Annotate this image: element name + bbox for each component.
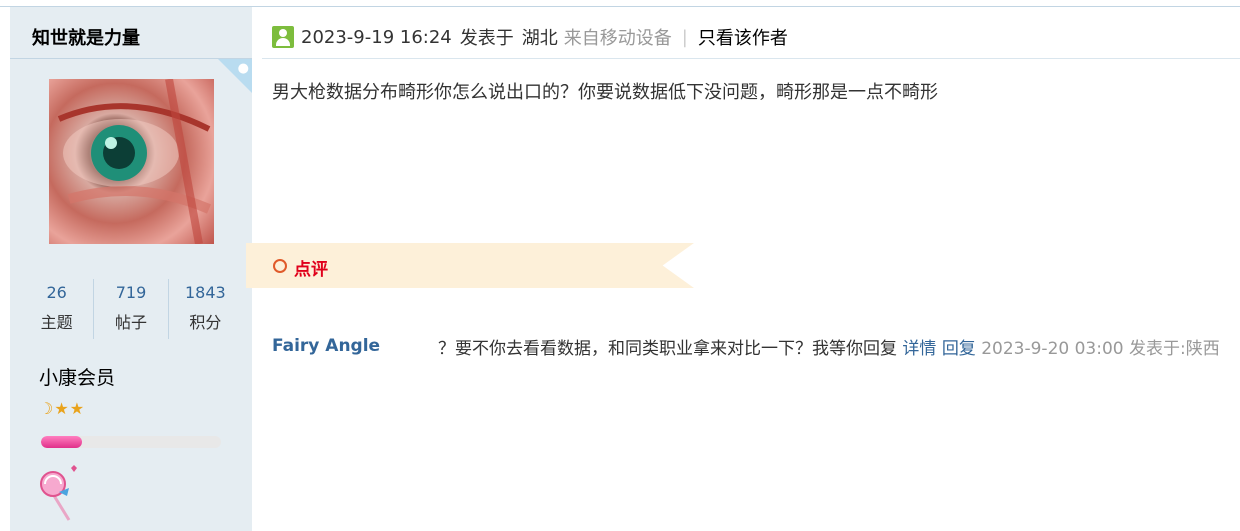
stat-label: 积分 [189, 313, 222, 332]
stat-value: 1843 [184, 283, 226, 302]
post-date: 2023-9-19 16:24 [301, 26, 452, 48]
online-user-icon [272, 26, 294, 48]
user-sidebar: 知世就是力量 ● 26 主题 719 帖子 1843 积分 小康会员 ☽★★ [10, 7, 252, 531]
comment-meta: 2023-9-20 03:00 发表于:陕西 [981, 339, 1220, 359]
stat-posts[interactable]: 719 帖子 [94, 279, 169, 339]
divider: | [681, 26, 688, 48]
user-rank[interactable]: 小康会员 [39, 363, 115, 390]
stat-points[interactable]: 1843 积分 [169, 279, 242, 339]
comment-details-link[interactable]: 详情 [902, 339, 936, 359]
star-icon: ★ [69, 399, 86, 418]
apple-icon: ● [237, 61, 249, 76]
header-divider [262, 58, 1240, 59]
comment-section-tab: 点评 [246, 243, 694, 288]
posted-in-label: 发表于 [459, 28, 514, 49]
comment-reply-link[interactable]: 回复 [942, 339, 976, 359]
user-stats: 26 主题 719 帖子 1843 积分 [20, 279, 242, 339]
stat-value: 26 [46, 283, 67, 302]
only-author-link[interactable]: 只看该作者 [698, 24, 788, 50]
stat-label: 帖子 [114, 313, 147, 332]
stat-value: 719 [115, 283, 147, 302]
moon-icon: ☽ [39, 399, 55, 418]
comment-tab-label: 点评 [294, 260, 328, 280]
level-icons: ☽★★ [39, 399, 85, 418]
post-content: 男大枪数据分布畸形你怎么说出口的？你要说数据低下没问题，畸形那是一点不畸形 [272, 82, 938, 103]
star-icon: ★ [54, 399, 70, 418]
stat-label: 主题 [40, 313, 73, 332]
comment-author[interactable]: Fairy Angle [272, 336, 380, 356]
post-location: 湖北 [521, 28, 558, 49]
post-header: 2023-9-19 16:24 发表于 湖北 来自移动设备 | 只看该作者 [272, 22, 788, 52]
stat-topics[interactable]: 26 主题 [20, 279, 95, 339]
username[interactable]: 知世就是力量 [10, 7, 252, 59]
level-progress-bar [41, 436, 221, 448]
mobile-device-label: 来自移动设备 [563, 28, 672, 49]
avatar[interactable] [49, 79, 214, 244]
level-progress-fill [41, 436, 83, 448]
comment-text: ？要不你去看看数据，和同类职业拿来对比一下？我等你回复 [438, 339, 897, 359]
comment-item: ？要不你去看看数据，和同类职业拿来对比一下？我等你回复 详情 回复 2023-9… [438, 334, 1220, 359]
lollipop-icon[interactable] [39, 462, 79, 528]
circle-icon [273, 259, 287, 273]
